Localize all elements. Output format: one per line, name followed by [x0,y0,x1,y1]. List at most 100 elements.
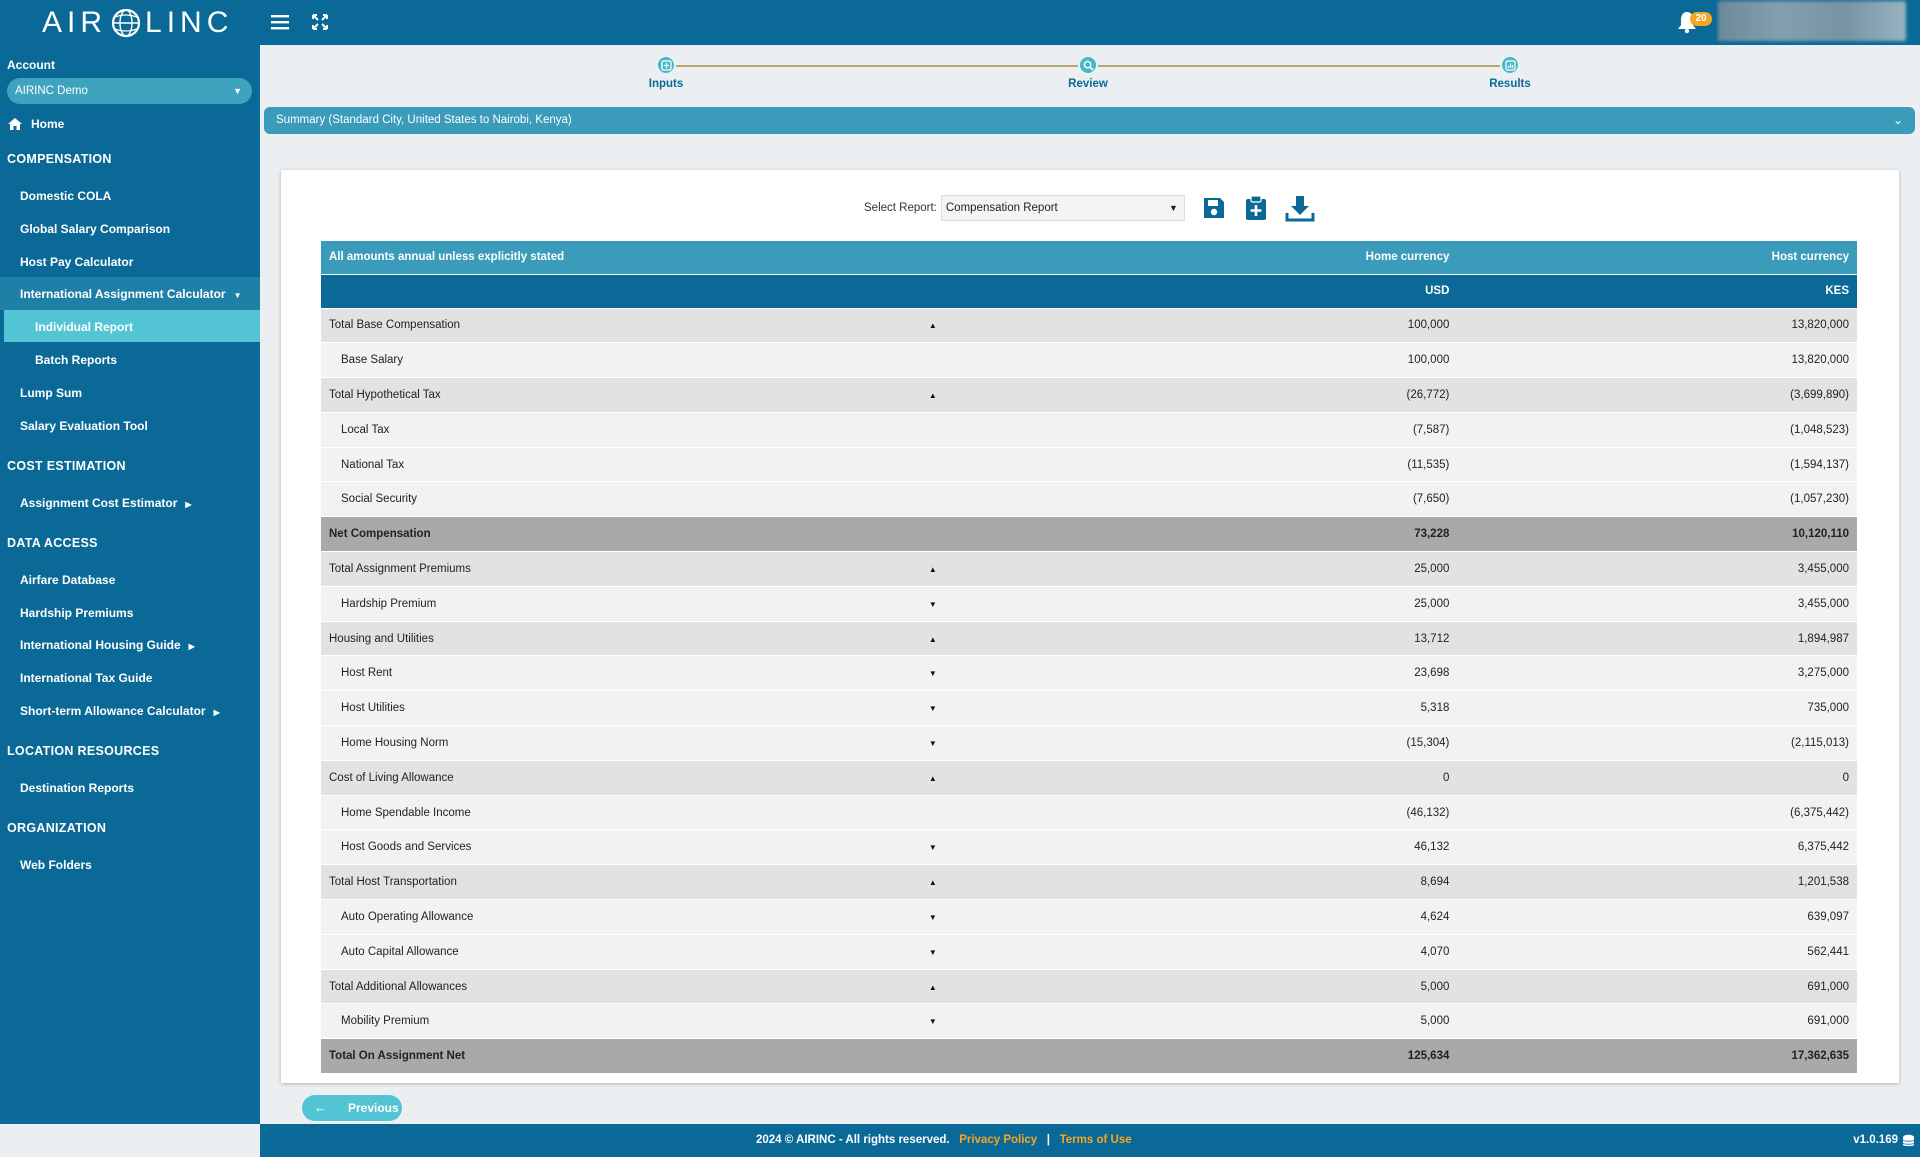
privacy-policy-link[interactable]: Privacy Policy [959,1134,1037,1146]
select-report-label: Select Report: [864,202,937,214]
row-label: National Tax [321,447,913,483]
row-label: Auto Operating Allowance [321,899,913,935]
sidebar-item-international-tax-guide[interactable]: International Tax Guide [20,671,152,685]
user-profile-menu[interactable] [1718,1,1906,41]
row-label: Total Assignment Premiums [321,551,913,587]
home-icon [8,118,22,130]
sidebar-item-airfare-database[interactable]: Airfare Database [20,573,115,587]
collapse-caret-icon[interactable]: ▲ [929,983,937,992]
sidebar-item-international-assignment-calculator[interactable]: International Assignment Calculator ▼ [20,287,242,301]
expand-caret-icon[interactable]: ▼ [929,669,937,678]
home-amount: (15,304) [953,725,1458,761]
account-select[interactable]: AIRINC Demo ▼ [7,78,252,104]
version-text: v1.0.169 [1853,1134,1898,1146]
sidebar-item-web-folders[interactable]: Web Folders [20,858,92,872]
arrow-left-icon: ← [314,1100,327,1115]
collapse-caret-icon[interactable]: ▲ [929,565,937,574]
row-label: Total Hypothetical Tax [321,377,913,413]
home-amount: (7,650) [953,481,1458,518]
host-amount: 1,201,538 [1457,864,1857,901]
expand-caret-icon[interactable]: ▼ [929,739,937,748]
collapse-caret-icon[interactable]: ▲ [929,774,937,783]
host-amount: 6,375,442 [1457,829,1857,866]
home-amount: 100,000 [953,308,1458,344]
collapse-caret-icon[interactable]: ▲ [929,321,937,330]
download-icon[interactable] [1285,194,1315,222]
save-icon[interactable] [1201,194,1227,222]
expand-caret-icon[interactable]: ▼ [929,1017,937,1026]
table-row: Hardship Premium ▼ 25,000 3,455,000 [321,586,1857,622]
step-results-label: Results [1489,78,1531,90]
table-group-row: Total Base Compensation ▲ 100,000 13,820,00… [321,308,1857,344]
expand-caret-icon[interactable]: ▼ [929,600,937,609]
terms-of-use-link[interactable]: Terms of Use [1060,1134,1132,1146]
report-select[interactable]: Compensation Report ▼ [940,195,1185,221]
account-label: Account [7,58,55,72]
fullscreen-icon[interactable] [308,10,332,34]
row-label: Base Salary [321,342,913,379]
collapse-caret-icon[interactable]: ▲ [929,878,937,887]
sidebar-item-assignment-cost-estimator[interactable]: Assignment Cost Estimator ▶ [20,496,192,510]
host-amount: 17,362,635 [1457,1038,1857,1075]
sidebar-item-destination-reports[interactable]: Destination Reports [20,781,134,795]
sidebar-item-home[interactable]: Home [7,117,64,131]
section-data-access: DATA ACCESS [7,536,98,550]
home-amount: (11,535) [953,447,1458,483]
sidebar-item-hardship-premiums[interactable]: Hardship Premiums [20,606,133,620]
step-inputs-dot [656,55,676,75]
table-row: Auto Operating Allowance ▼ 4,624 639,097 [321,899,1857,935]
collapse-caret-icon[interactable]: ▲ [929,391,937,400]
database-icon [1902,1134,1915,1147]
host-amount: (6,375,442) [1457,795,1857,831]
sidebar-item-global-salary-comparison[interactable]: Global Salary Comparison [20,222,170,236]
row-label: Host Goods and Services [321,829,913,866]
report-controls: Select Report: Compensation Report ▼ [864,194,1315,222]
step-inputs[interactable]: Inputs [626,55,706,90]
ace-label: Assignment Cost Estimator [20,496,178,510]
previous-button[interactable]: ← Previous [302,1095,402,1121]
sidebar-item-lump-sum[interactable]: Lump Sum [20,386,82,400]
summary-accordion[interactable]: Summary (Standard City, United States to… [264,107,1915,134]
row-label: Cost of Living Allowance [321,760,913,796]
airinc-logo[interactable]: AIR LINC [42,5,233,41]
top-bar: AIR LINC 20 [0,0,1920,45]
expand-caret-icon[interactable]: ▼ [929,913,937,922]
sidebar-item-host-pay-calculator[interactable]: Host Pay Calculator [20,255,133,269]
expand-caret-icon[interactable]: ▼ [929,948,937,957]
table-row: Social Security (7,650) (1,057,230) [321,481,1857,518]
host-amount: 13,820,000 [1457,342,1857,379]
sidebar-item-batch-reports[interactable]: Batch Reports [35,353,117,367]
row-label: Total Host Transportation [321,864,913,901]
footer-center: 2024 © AIRINC - All rights reserved. Pri… [756,1124,1132,1157]
compensation-report-table: All amounts annual unless explicitly sta… [321,241,1857,1075]
collapse-caret-icon[interactable]: ▲ [929,635,937,644]
home-amount: 4,624 [953,899,1458,935]
home-amount: 25,000 [953,551,1458,587]
sidebar: Account AIRINC Demo ▼ Home COMPENSATION … [0,45,260,1124]
table-group-row: Housing and Utilities ▲ 13,712 1,894,987 [321,621,1857,657]
step-results[interactable]: Results [1470,55,1550,90]
table-header-row: All amounts annual unless explicitly sta… [321,241,1857,275]
sidebar-item-short-term-allowance-calculator[interactable]: Short-term Allowance Calculator ▶ [20,704,220,718]
expand-caret-icon[interactable]: ▼ [929,704,937,713]
report-card: Select Report: Compensation Report ▼ All… [281,170,1899,1083]
sidebar-item-salary-evaluation-tool[interactable]: Salary Evaluation Tool [20,419,148,433]
expand-caret-icon[interactable]: ▼ [929,843,937,852]
globe-icon [111,8,141,38]
sidebar-item-international-housing-guide[interactable]: International Housing Guide ▶ [20,638,195,652]
sidebar-item-individual-report[interactable]: Individual Report [35,320,133,334]
menu-icon[interactable] [268,10,292,34]
row-label: Local Tax [321,412,913,448]
table-row: National Tax (11,535) (1,594,137) [321,447,1857,483]
plus-square-icon [660,59,672,71]
home-amount: 5,318 [953,690,1458,727]
amounts-note: All amounts annual unless explicitly sta… [321,241,913,275]
table-row: Host Goods and Services ▼ 46,132 6,375,442 [321,829,1857,866]
home-amount: 5,000 [953,969,1458,1005]
clipboard-add-icon[interactable] [1243,194,1269,222]
row-label: Housing and Utilities [321,621,913,657]
logo-text-left: AIR [42,6,108,39]
sidebar-item-domestic-cola[interactable]: Domestic COLA [20,189,111,203]
host-amount: 13,820,000 [1457,308,1857,344]
step-review[interactable]: Review [1048,55,1128,90]
